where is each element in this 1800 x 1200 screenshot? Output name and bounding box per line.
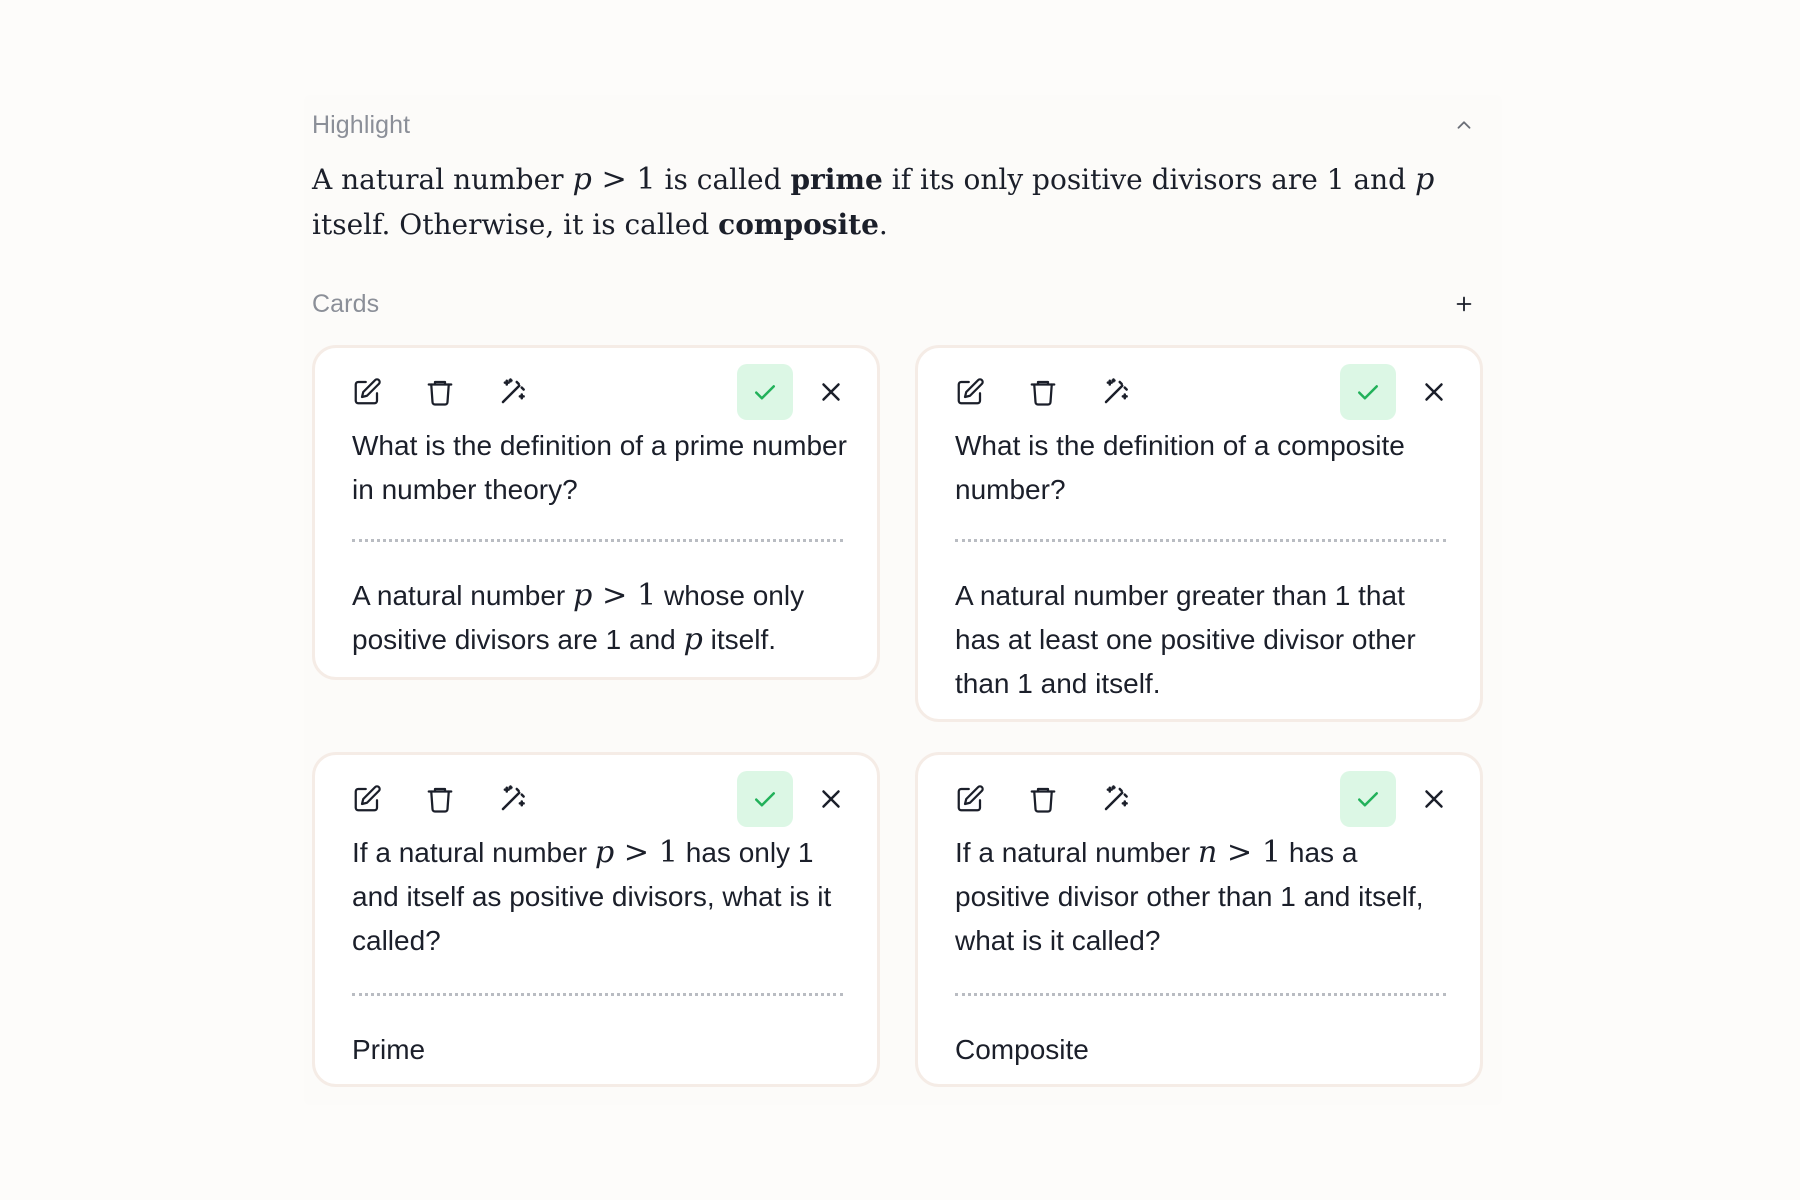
edit-button[interactable]	[942, 364, 998, 420]
card-divider	[352, 993, 843, 996]
math-operator: >	[592, 578, 637, 613]
question-text-part: If a natural number	[352, 837, 595, 868]
collapse-button[interactable]	[1446, 107, 1482, 143]
magic-wand-icon	[1104, 378, 1128, 404]
card-divider	[352, 539, 843, 542]
magic-button[interactable]	[485, 771, 541, 827]
answer-text-part: A natural number	[352, 580, 574, 611]
answer-text-part: itself.	[702, 624, 777, 655]
card-toolbar	[942, 769, 1456, 829]
card-question: If a natural number p > 1 has only 1 and…	[352, 831, 847, 963]
card-toolbar	[339, 769, 853, 829]
trash-icon	[427, 380, 453, 406]
highlight-text-part: .	[878, 208, 888, 241]
add-card-button[interactable]	[1446, 286, 1482, 322]
edit-button[interactable]	[942, 771, 998, 827]
edit-icon	[354, 378, 381, 405]
delete-button[interactable]	[412, 771, 468, 827]
highlight-text-part: A natural number	[312, 163, 573, 196]
math-number: 1	[658, 835, 678, 870]
check-icon	[755, 792, 775, 807]
card-toolbar	[339, 362, 853, 422]
math-variable: n	[1197, 835, 1218, 870]
math-variable: p	[572, 162, 592, 197]
card-question: What is the definition of a prime number…	[352, 430, 847, 505]
close-icon	[822, 790, 840, 808]
term-composite: composite	[718, 208, 879, 241]
card-answer: Prime	[352, 1034, 426, 1065]
card-divider	[955, 539, 1446, 542]
reject-button[interactable]	[803, 771, 859, 827]
math-variable: p	[683, 622, 703, 657]
check-icon	[755, 385, 775, 400]
cards-header: Cards	[312, 286, 1482, 322]
delete-button[interactable]	[412, 364, 468, 420]
trash-icon	[1030, 380, 1056, 406]
plus-icon	[1456, 296, 1472, 312]
term-prime: prime	[790, 163, 883, 196]
math-number: 1	[636, 578, 657, 613]
math-expression: n > 1	[1198, 835, 1281, 870]
card-answer: Composite	[955, 1034, 1089, 1065]
flashcard: What is the definition of a prime number…	[312, 345, 880, 680]
math-expression: p > 1	[595, 835, 678, 870]
highlight-text-part: is called	[655, 163, 791, 196]
magic-wand-icon	[501, 378, 525, 404]
math-operator: >	[1217, 835, 1262, 870]
magic-wand-icon	[1104, 785, 1128, 811]
check-icon	[1358, 792, 1378, 807]
card-question: What is the definition of a composite nu…	[955, 430, 1405, 505]
highlight-label: Highlight	[312, 110, 411, 139]
delete-button[interactable]	[1015, 771, 1071, 827]
edit-button[interactable]	[339, 364, 395, 420]
math-expression: p > 1	[573, 578, 656, 613]
highlight-text-part: if its only positive divisors are 1 and	[882, 163, 1415, 196]
magic-button[interactable]	[1088, 364, 1144, 420]
math-number: 1	[1261, 835, 1282, 870]
magic-wand-icon	[501, 785, 525, 811]
accept-button[interactable]	[1340, 771, 1396, 827]
magic-button[interactable]	[1088, 771, 1144, 827]
check-icon	[1358, 385, 1378, 400]
math-expression: p > 1	[572, 162, 655, 197]
math-variable: p	[1414, 162, 1435, 197]
chevron-up-icon	[1457, 121, 1471, 129]
close-icon	[822, 383, 840, 401]
trash-icon	[427, 787, 453, 813]
question-text-part: If a natural number	[955, 837, 1198, 868]
reject-button[interactable]	[803, 364, 859, 420]
edit-icon	[957, 785, 984, 812]
math-number: 1	[636, 162, 656, 197]
card-answer: A natural number p > 1 whose only positi…	[352, 574, 847, 662]
math-operator: >	[591, 162, 637, 197]
highlight-text: A natural number p > 1 is called prime i…	[312, 157, 1492, 247]
close-icon	[1425, 383, 1443, 401]
edit-button[interactable]	[339, 771, 395, 827]
edit-icon	[354, 785, 381, 812]
accept-button[interactable]	[1340, 364, 1396, 420]
math-variable: p	[594, 835, 615, 870]
card-divider	[955, 993, 1446, 996]
card-question: If a natural number n > 1 has a positive…	[955, 831, 1450, 963]
reject-button[interactable]	[1406, 364, 1462, 420]
edit-icon	[957, 378, 984, 405]
magic-button[interactable]	[485, 364, 541, 420]
accept-button[interactable]	[737, 364, 793, 420]
flashcard: If a natural number n > 1 has a positive…	[915, 752, 1483, 1087]
flashcard: If a natural number p > 1 has only 1 and…	[312, 752, 880, 1087]
cards-label: Cards	[312, 289, 380, 318]
math-operator: >	[614, 835, 659, 870]
accept-button[interactable]	[737, 771, 793, 827]
close-icon	[1425, 790, 1443, 808]
flashcard: What is the definition of a composite nu…	[915, 345, 1483, 722]
reject-button[interactable]	[1406, 771, 1462, 827]
trash-icon	[1030, 787, 1056, 813]
card-answer: A natural number greater than 1 that has…	[955, 580, 1416, 699]
highlight-text-part: itself. Otherwise, it is called	[312, 208, 719, 241]
delete-button[interactable]	[1015, 364, 1071, 420]
math-variable: p	[573, 578, 593, 613]
card-toolbar	[942, 362, 1456, 422]
highlight-header: Highlight	[312, 107, 1482, 143]
